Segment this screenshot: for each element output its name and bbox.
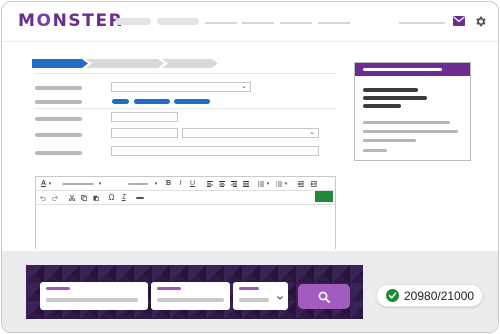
- form-input-5[interactable]: [111, 146, 319, 156]
- summary-line-1: [363, 88, 418, 92]
- progress-divider: [35, 73, 337, 74]
- form-label-2: [35, 100, 82, 104]
- summary-card-title-placeholder: [363, 68, 442, 71]
- gear-icon[interactable]: [473, 14, 487, 28]
- form-input-3[interactable]: [111, 112, 178, 122]
- radius-field-label-placeholder: [239, 287, 259, 290]
- align-center-icon[interactable]: [219, 181, 225, 187]
- font-size-dropdown[interactable]: [128, 183, 148, 185]
- search-keyword-field[interactable]: [40, 282, 148, 310]
- form-select-4b[interactable]: ⌄: [182, 128, 319, 138]
- account-link-placeholder[interactable]: [399, 22, 445, 24]
- form-label-1: [35, 86, 82, 90]
- summary-line-3: [363, 104, 401, 108]
- cut-icon[interactable]: [69, 195, 75, 201]
- rich-text-editor: A ▾ ▾ ▾ B I U ▾ ▾ Ω Ɪ: [35, 176, 336, 249]
- nav-link-placeholder-3[interactable]: [280, 22, 312, 24]
- form-label-5: [35, 151, 82, 155]
- summary-line-6: [363, 139, 416, 142]
- chevron-down-icon[interactable]: ▾: [97, 177, 103, 191]
- form-divider: [35, 108, 337, 109]
- location-field-label-placeholder: [157, 287, 181, 290]
- bold-icon[interactable]: B: [164, 177, 173, 191]
- nav-item-placeholder-2[interactable]: [157, 18, 199, 25]
- keyword-field-value-placeholder: [46, 298, 138, 302]
- editor-toolbar-row-1: A ▾ ▾ ▾ B I U ▾ ▾: [36, 177, 335, 191]
- summary-card: [354, 62, 471, 161]
- form-label-3: [35, 117, 82, 121]
- summary-line-2: [363, 96, 427, 100]
- search-radius-select[interactable]: [233, 282, 288, 310]
- form-select-1[interactable]: ⌄: [111, 82, 251, 92]
- special-char-icon[interactable]: Ω: [107, 191, 116, 205]
- summary-line-5: [363, 130, 458, 133]
- radius-field-value-placeholder: [239, 298, 269, 302]
- justify-icon[interactable]: [243, 181, 249, 187]
- paste-icon[interactable]: [93, 195, 99, 201]
- search-button[interactable]: [298, 284, 350, 309]
- progress-step-1[interactable]: [32, 59, 88, 68]
- chevron-down-icon: ⌄: [241, 83, 247, 90]
- summary-card-header: [355, 63, 470, 76]
- progress-step-3[interactable]: [162, 59, 218, 68]
- chevron-down-icon: ⌄: [309, 129, 315, 136]
- character-counter-badge: 20980/21000: [376, 284, 483, 307]
- align-right-icon[interactable]: [231, 181, 237, 187]
- tag-chip-2[interactable]: [134, 99, 170, 104]
- chevron-down-icon[interactable]: ▾: [265, 177, 271, 191]
- outdent-icon[interactable]: [298, 181, 304, 187]
- font-family-dropdown[interactable]: [62, 183, 94, 185]
- check-circle-icon: [386, 289, 399, 302]
- editor-toolbar-row-2: Ω Ɪ: [36, 191, 335, 205]
- logo-letters-rest: NSTER: [52, 11, 124, 31]
- logo-letter-m: M: [18, 11, 37, 31]
- logo-letter-o: O: [36, 11, 53, 31]
- tag-chip-1[interactable]: [112, 99, 129, 104]
- form-label-4: [35, 133, 82, 137]
- chevron-down-icon: [277, 296, 283, 300]
- chevron-down-icon[interactable]: ▾: [153, 177, 159, 191]
- bullet-list-icon[interactable]: [258, 181, 264, 187]
- nav-link-placeholder-2[interactable]: [242, 22, 274, 24]
- editor-content-area[interactable]: [36, 206, 335, 250]
- tag-chip-3[interactable]: [174, 99, 210, 104]
- copy-icon[interactable]: [81, 195, 87, 201]
- app-window: MONSTER ⌄ ⌄ A ▾ ▾ ▾ B I U ▾ ▾ Ω Ɪ 20980/…: [1, 1, 499, 333]
- progress-step-2[interactable]: [86, 59, 164, 68]
- nav-link-placeholder-1[interactable]: [205, 22, 237, 24]
- italic-icon[interactable]: I: [176, 177, 185, 191]
- search-icon: [318, 291, 330, 303]
- nav-link-placeholder-4[interactable]: [318, 22, 350, 24]
- redo-icon[interactable]: [52, 195, 58, 201]
- search-location-field[interactable]: [151, 282, 230, 310]
- keyword-field-label-placeholder: [46, 287, 70, 290]
- text-color-dropdown-icon[interactable]: ▾: [47, 177, 53, 191]
- location-field-value-placeholder: [157, 298, 224, 302]
- numbered-list-icon[interactable]: [276, 181, 282, 187]
- underline-icon[interactable]: U: [188, 177, 197, 191]
- horizontal-rule-icon[interactable]: [136, 197, 144, 199]
- editor-action-swatch[interactable]: [315, 191, 333, 202]
- monster-logo[interactable]: MONSTER: [18, 11, 123, 31]
- summary-line-7: [363, 149, 387, 152]
- character-counter-text: 20980/21000: [404, 289, 475, 303]
- nav-item-placeholder-1[interactable]: [115, 18, 151, 25]
- undo-icon[interactable]: [40, 195, 46, 201]
- summary-line-4: [363, 121, 450, 124]
- form-input-4a[interactable]: [111, 128, 178, 138]
- chevron-down-icon[interactable]: ▾: [283, 177, 289, 191]
- align-left-icon[interactable]: [207, 181, 213, 187]
- top-header: MONSTER: [2, 2, 498, 42]
- indent-icon[interactable]: [311, 181, 317, 187]
- clear-format-icon[interactable]: Ɪ: [119, 191, 128, 205]
- mail-icon[interactable]: [452, 14, 466, 28]
